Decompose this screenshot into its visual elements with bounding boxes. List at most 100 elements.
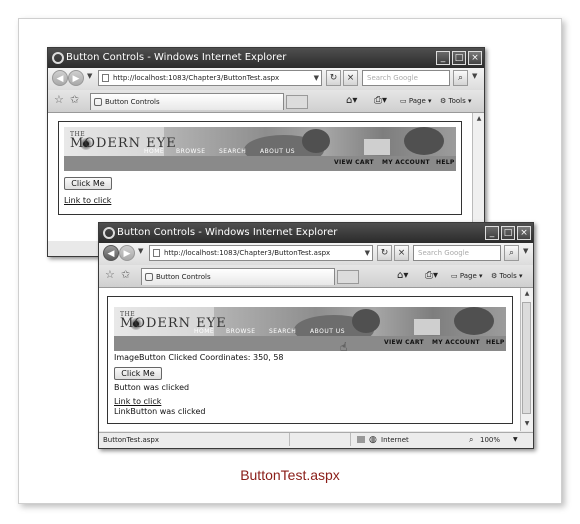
home-icon[interactable]: ⌂▾ <box>397 270 408 282</box>
page-menu[interactable]: ▭ Page ▾ <box>400 95 432 107</box>
image-button-message: ImageButton Clicked Coordinates: 350, 58 <box>114 353 284 362</box>
address-bar-row: ◀ ▶ ▼ http://localhost:1083/Chapter3/But… <box>99 243 533 265</box>
address-text: http://localhost:1083/Chapter3/ButtonTes… <box>113 74 280 82</box>
address-text: http://localhost:1083/Chapter3/ButtonTes… <box>164 249 331 257</box>
nav-browse[interactable]: BROWSE <box>176 148 206 155</box>
ie-logo-icon <box>103 227 115 239</box>
figure-frame: Button Controls - Windows Internet Explo… <box>18 18 562 504</box>
home-icon[interactable]: ⌂▾ <box>346 95 357 107</box>
nav-search[interactable]: SEARCH <box>269 328 296 335</box>
address-field[interactable]: http://localhost:1083/Chapter3/ButtonTes… <box>149 245 373 261</box>
tab-button-controls[interactable]: Button Controls <box>90 93 284 110</box>
button-message: Button was clicked <box>114 383 190 392</box>
maximize-button[interactable]: □ <box>452 51 466 65</box>
minimize-button[interactable]: _ <box>436 51 450 65</box>
title-bar: Button Controls - Windows Internet Explo… <box>48 48 484 68</box>
minimize-button[interactable]: _ <box>485 226 499 240</box>
forward-button[interactable]: ▶ <box>68 70 84 86</box>
chevron-down-icon[interactable]: ▼ <box>523 247 528 255</box>
print-icon[interactable]: ⎙▾ <box>425 270 438 282</box>
click-me-button[interactable]: Click Me <box>64 177 112 190</box>
site-banner[interactable]: THE MODERN EYE HOME BROWSE SEARCH ABOUT … <box>114 307 506 351</box>
back-button[interactable]: ◀ <box>52 70 68 86</box>
zone-label: Internet <box>381 436 409 444</box>
print-icon[interactable]: ⎙▾ <box>374 95 387 107</box>
hand-cursor-icon: ☝ <box>340 340 348 351</box>
search-input[interactable]: Search Google <box>413 245 501 261</box>
zoom-icon[interactable]: ⌕ <box>469 433 473 447</box>
chevron-down-icon[interactable]: ▼ <box>513 433 518 447</box>
favorites-star-icon[interactable]: ☆ <box>105 269 115 281</box>
scroll-thumb[interactable] <box>522 302 531 414</box>
status-text: ButtonTest.aspx <box>103 436 159 444</box>
nav-my-account[interactable]: MY ACCOUNT <box>382 159 430 166</box>
refresh-button[interactable]: ↻ <box>326 70 341 86</box>
nav-home[interactable]: HOME <box>194 328 214 335</box>
add-favorites-icon[interactable]: ✩ <box>70 94 79 106</box>
page-frame: THE MODERN EYE HOME BROWSE SEARCH ABOUT … <box>58 121 462 215</box>
nav-browse[interactable]: BROWSE <box>226 328 256 335</box>
refresh-button[interactable]: ↻ <box>377 245 392 261</box>
nav-help[interactable]: HELP <box>436 159 455 166</box>
back-button[interactable]: ◀ <box>103 245 119 261</box>
figure-caption: ButtonTest.aspx <box>240 467 340 483</box>
link-button-message: LinkButton was clicked <box>114 407 206 416</box>
close-button[interactable]: × <box>468 51 482 65</box>
stop-button[interactable]: × <box>394 245 409 261</box>
maximize-button[interactable]: □ <box>501 226 515 240</box>
link-to-click[interactable]: Link to click <box>114 397 161 406</box>
link-to-click[interactable]: Link to click <box>64 196 111 205</box>
nav-about-us[interactable]: ABOUT US <box>260 148 295 155</box>
tab-bar: ☆ ✩ Button Controls ⌂▾ ⎙▾ ▭ Page ▾ ⚙ Too… <box>48 90 484 113</box>
stop-button[interactable]: × <box>343 70 358 86</box>
nav-view-cart[interactable]: VIEW CART <box>384 339 424 346</box>
site-banner[interactable]: THE MODERN EYE HOME BROWSE SEARCH ABOUT … <box>64 127 456 171</box>
search-button[interactable]: ⌕ <box>453 70 468 86</box>
page-icon <box>153 249 160 257</box>
chevron-down-icon[interactable]: ▼ <box>365 246 370 260</box>
chevron-down-icon[interactable]: ▼ <box>87 72 92 80</box>
tools-menu[interactable]: ⚙ Tools ▾ <box>491 270 523 282</box>
favorites-star-icon[interactable]: ☆ <box>54 94 64 106</box>
nav-home[interactable]: HOME <box>144 148 164 155</box>
globe-icon: ◍ <box>369 435 377 445</box>
scroll-up-icon[interactable]: ▲ <box>522 289 532 299</box>
page-icon <box>145 273 153 281</box>
security-icon <box>357 436 365 443</box>
click-me-button[interactable]: Click Me <box>114 367 162 380</box>
new-tab-button[interactable] <box>337 270 359 284</box>
page-menu[interactable]: ▭ Page ▾ <box>451 270 483 282</box>
new-tab-button[interactable] <box>286 95 308 109</box>
scroll-down-icon[interactable]: ▼ <box>522 419 532 429</box>
ie-logo-icon <box>52 52 64 64</box>
status-bar: ButtonTest.aspx ◍ Internet ⌕ 100% ▼ <box>99 432 533 448</box>
tab-bar: ☆ ✩ Button Controls ⌂▾ ⎙▾ ▭ Page ▾ ⚙ Too… <box>99 265 533 288</box>
close-button[interactable]: × <box>517 226 531 240</box>
chevron-down-icon[interactable]: ▼ <box>472 72 477 80</box>
tools-menu[interactable]: ⚙ Tools ▾ <box>440 95 472 107</box>
tab-label: Button Controls <box>105 98 160 106</box>
chevron-down-icon[interactable]: ▼ <box>138 247 143 255</box>
search-button[interactable]: ⌕ <box>504 245 519 261</box>
title-bar: Button Controls - Windows Internet Explo… <box>99 223 533 243</box>
status-separators <box>289 433 351 446</box>
address-field[interactable]: http://localhost:1083/Chapter3/ButtonTes… <box>98 70 322 86</box>
scrollbar[interactable]: ▲ ▼ <box>520 288 533 431</box>
window-title: Button Controls - Windows Internet Explo… <box>66 52 287 63</box>
nav-search[interactable]: SEARCH <box>219 148 246 155</box>
page-frame: THE MODERN EYE HOME BROWSE SEARCH ABOUT … <box>107 296 513 424</box>
scroll-up-icon[interactable]: ▲ <box>474 114 484 124</box>
forward-button[interactable]: ▶ <box>119 245 135 261</box>
search-input[interactable]: Search Google <box>362 70 450 86</box>
page-icon <box>102 74 109 82</box>
add-favorites-icon[interactable]: ✩ <box>121 269 130 281</box>
tab-button-controls[interactable]: Button Controls <box>141 268 335 285</box>
nav-my-account[interactable]: MY ACCOUNT <box>432 339 480 346</box>
zoom-level[interactable]: 100% <box>480 433 500 447</box>
nav-view-cart[interactable]: VIEW CART <box>334 159 374 166</box>
chevron-down-icon[interactable]: ▼ <box>314 71 319 85</box>
window-title: Button Controls - Windows Internet Explo… <box>117 227 338 238</box>
page-icon <box>94 98 102 106</box>
nav-help[interactable]: HELP <box>486 339 505 346</box>
nav-about-us[interactable]: ABOUT US <box>310 328 345 335</box>
